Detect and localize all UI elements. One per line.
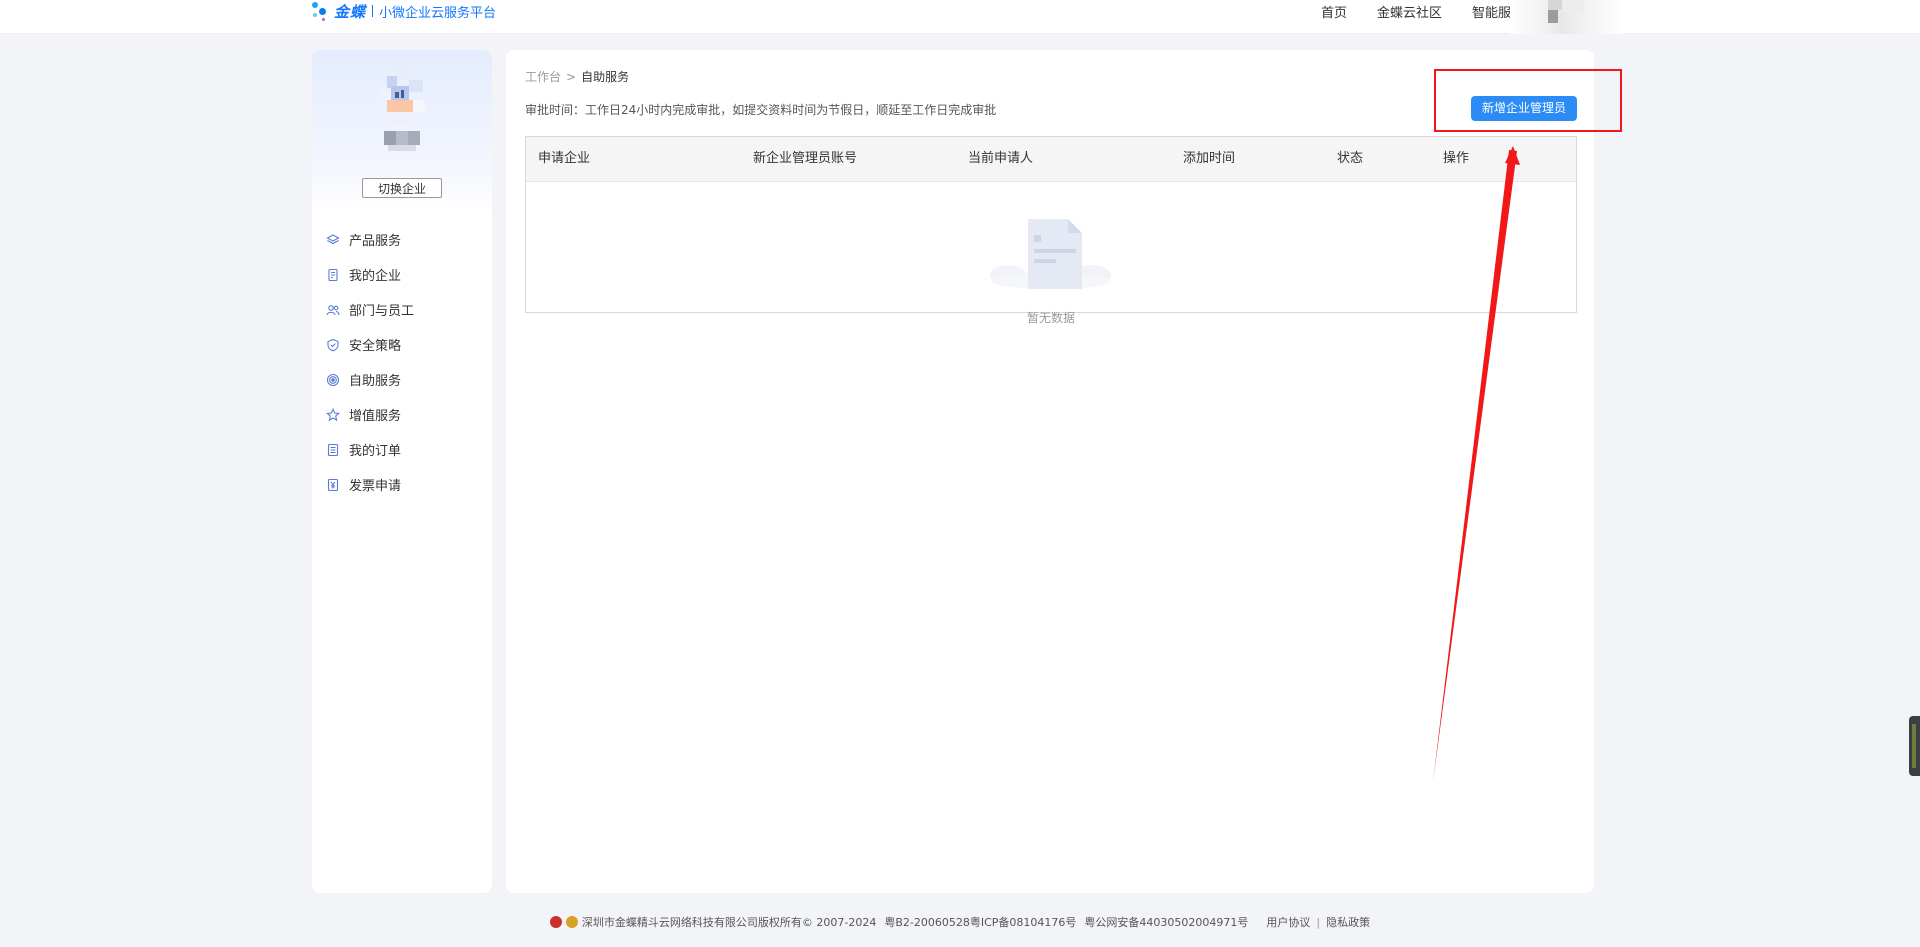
footer-privacy-policy[interactable]: 隐私政策: [1326, 914, 1370, 930]
breadcrumb-workbench[interactable]: 工作台: [525, 70, 561, 84]
company-name-blurred: [384, 131, 420, 155]
sidebar-item-label: 安全策略: [349, 339, 402, 354]
layers-icon: [326, 233, 340, 247]
top-bar: 金蝶 小微企业云服务平台 首页 金蝶云社区 智能服务: [0, 0, 1920, 34]
empty-state: 暂无数据: [526, 181, 1576, 325]
sidebar: 切换企业 产品服务 我的企业 部门与员工 安全策略 自助服务 增值服务 我的订单…: [312, 50, 492, 893]
annotation-highlight-box: [1434, 69, 1622, 132]
column-header-actions: 操作: [1443, 151, 1470, 166]
sidebar-menu: 产品服务 我的企业 部门与员工 安全策略 自助服务 增值服务 我的订单 发票申请: [326, 222, 486, 502]
company-header: 切换企业: [312, 50, 492, 212]
list-icon: [326, 443, 340, 457]
column-header-company: 申请企业: [538, 151, 591, 166]
sidebar-item-invoice[interactable]: 发票申请: [326, 467, 486, 502]
national-emblem-icon: [549, 916, 562, 928]
sidebar-item-label: 我的订单: [349, 444, 402, 459]
breadcrumb-current: 自助服务: [581, 70, 630, 84]
applications-table: 申请企业 新企业管理员账号 当前申请人 添加时间 状态 操作 暂无数据: [525, 136, 1577, 325]
yen-invoice-icon: [326, 478, 340, 492]
user-avatar-blurred[interactable]: [1510, 0, 1625, 34]
logo[interactable]: 金蝶 小微企业云服务平台: [312, 0, 496, 22]
platform-name: 小微企业云服务平台: [379, 5, 497, 21]
breadcrumb-separator: >: [566, 70, 577, 84]
sidebar-item-label: 我的企业: [349, 269, 402, 284]
column-header-added-time: 添加时间: [1183, 151, 1236, 166]
sidebar-item-label: 发票申请: [349, 479, 402, 494]
logo-divider: [372, 5, 374, 17]
sidebar-item-products[interactable]: 产品服务: [326, 222, 486, 257]
brand-name: 金蝶: [334, 2, 367, 21]
target-icon: [326, 373, 340, 387]
sidebar-item-my-company[interactable]: 我的企业: [326, 257, 486, 292]
side-widget-tab[interactable]: [1909, 716, 1920, 776]
sidebar-item-label: 自助服务: [349, 374, 402, 389]
police-badge-icon: [565, 916, 578, 928]
footer-user-agreement[interactable]: 用户协议: [1266, 914, 1310, 930]
main-panel: 工作台 > 自助服务 审批时间：工作日24小时内完成审批，如提交资料时间为节假日，顺…: [506, 50, 1594, 893]
table-header: 申请企业 新企业管理员账号 当前申请人 添加时间 状态 操作: [526, 137, 1576, 182]
breadcrumb: 工作台 > 自助服务: [525, 68, 629, 85]
empty-document-icon: [990, 219, 1111, 289]
empty-text: 暂无数据: [1026, 311, 1075, 325]
logo-mark-icon: [312, 0, 330, 22]
users-icon: [326, 303, 340, 317]
approval-notice: 审批时间：工作日24小时内完成审批，如提交资料时间为节假日，顺延至工作日完成审批: [525, 103, 997, 117]
column-header-status: 状态: [1337, 151, 1364, 166]
sidebar-item-self-service[interactable]: 自助服务: [326, 362, 486, 397]
building-icon: [326, 268, 340, 282]
sidebar-item-departments[interactable]: 部门与员工: [326, 292, 486, 327]
sidebar-item-label: 产品服务: [349, 234, 402, 249]
top-nav: 首页 金蝶云社区 智能服务: [1321, 0, 1520, 22]
column-header-applicant: 当前申请人: [968, 151, 1034, 166]
star-icon: [326, 407, 340, 422]
nav-home[interactable]: 首页: [1321, 2, 1347, 21]
sidebar-item-label: 部门与员工: [349, 304, 415, 319]
switch-company-button[interactable]: 切换企业: [362, 178, 442, 198]
shield-icon: [326, 338, 340, 352]
footer-copyright: 深圳市金蝶精斗云网络科技有限公司版权所有© 2007-2024: [581, 916, 877, 929]
footer-icp[interactable]: 粤B2-20060528粤ICP备08104176号: [884, 914, 1076, 930]
sidebar-item-security[interactable]: 安全策略: [326, 327, 486, 362]
sidebar-item-label: 增值服务: [349, 409, 402, 424]
sidebar-item-orders[interactable]: 我的订单: [326, 432, 486, 467]
nav-community[interactable]: 金蝶云社区: [1377, 2, 1442, 21]
column-header-admin-account: 新企业管理员账号: [753, 151, 858, 166]
sidebar-item-value-added[interactable]: 增值服务: [326, 397, 486, 432]
footer: 深圳市金蝶精斗云网络科技有限公司版权所有© 2007-2024 粤B2-2006…: [0, 914, 1920, 930]
footer-police[interactable]: 粤公网安备44030502004971号: [1084, 914, 1248, 930]
company-avatar: [373, 70, 431, 124]
